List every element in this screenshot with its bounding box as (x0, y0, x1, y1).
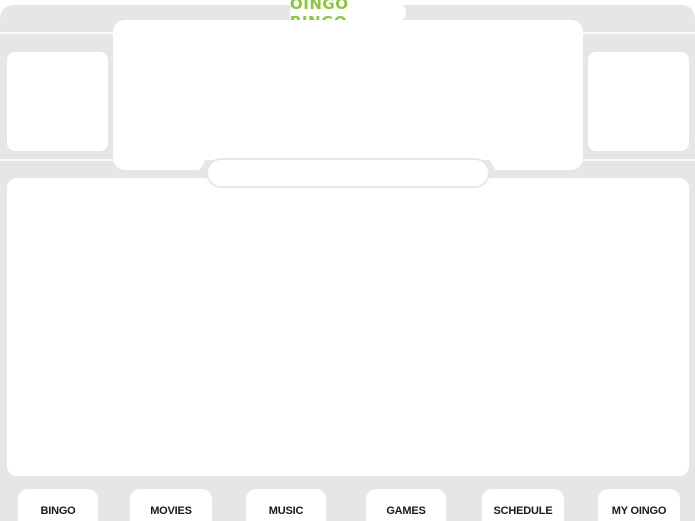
right-side-panel (588, 52, 689, 151)
nav-tab-games[interactable]: GAMES (366, 489, 446, 521)
main-content-panel (7, 178, 689, 476)
nav-tab-schedule[interactable]: SCHEDULE (482, 489, 564, 521)
top-display-panel (113, 20, 583, 170)
nav-tab-music[interactable]: MUSIC (246, 489, 326, 521)
search-bar[interactable] (206, 158, 490, 188)
nav-tab-bingo[interactable]: BINGO (18, 489, 98, 521)
nav-tab-movies[interactable]: MOVIES (130, 489, 212, 521)
left-side-panel (7, 52, 108, 151)
bottom-nav: BINGO MOVIES MUSIC GAMES SCHEDULE MY OIN… (0, 489, 695, 521)
nav-tab-my-oingo[interactable]: MY OINGO (598, 489, 680, 521)
